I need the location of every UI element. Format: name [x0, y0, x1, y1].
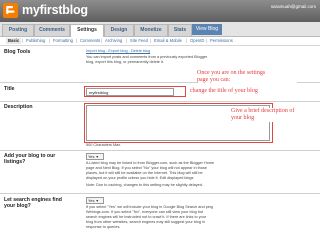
- annotation-settings-page: Once you are on the settings page you ca…: [197, 70, 297, 84]
- search-engines-select[interactable]: Yes▼: [86, 197, 104, 204]
- subtab-separator: |: [22, 38, 24, 43]
- description-char-limit: 500 Characters Max.: [86, 143, 122, 147]
- subtab-basic[interactable]: Basic: [6, 38, 22, 44]
- add-blog-select-value: Yes: [88, 154, 95, 159]
- add-blog-description-line: displayed on your profile unless you hid…: [86, 176, 194, 180]
- search-engines-label-line2: your blog?: [4, 203, 31, 209]
- chevron-down-icon: ▼: [95, 155, 99, 159]
- subtab-permissions[interactable]: Permissions: [210, 38, 233, 44]
- blogger-logo-icon[interactable]: [3, 3, 18, 18]
- title-label: Title: [4, 86, 15, 92]
- subtab-formatting[interactable]: Formatting: [53, 38, 73, 44]
- subtab-separator: |: [49, 38, 51, 43]
- tab-monetize[interactable]: Monetize: [134, 24, 168, 36]
- annotation-line: your blog: [231, 115, 255, 121]
- subtab-archiving[interactable]: Archiving: [105, 38, 122, 44]
- tab-posting[interactable]: Posting: [2, 24, 34, 36]
- blog-tools-label: Blog Tools: [4, 49, 31, 55]
- tab-view-blog[interactable]: View Blog: [192, 24, 222, 35]
- subtab-separator: |: [126, 38, 128, 43]
- add-blog-label-line2: listings?: [4, 159, 26, 165]
- subtab-openid[interactable]: OpenID: [190, 38, 204, 44]
- subtab-publishing[interactable]: Publishing: [26, 38, 45, 44]
- divider: [0, 193, 320, 194]
- user-email: saramuah@gmail.com: [270, 4, 316, 9]
- search-engines-description-line: response to queries.: [86, 225, 121, 229]
- annotation-line: page you can:: [197, 77, 231, 83]
- tab-settings[interactable]: Settings: [70, 24, 104, 37]
- divider: [0, 101, 320, 102]
- blog-tools-links[interactable]: Import blog - Export blog - Delete blog: [86, 49, 150, 54]
- add-blog-note: Note: Due to caching, changes to this se…: [86, 183, 203, 187]
- tab-stats[interactable]: Stats: [168, 24, 192, 36]
- search-engines-select-value: Yes: [88, 198, 95, 203]
- subtab-separator: |: [150, 38, 152, 43]
- subtab-email-mobile[interactable]: Email & Mobile: [154, 38, 182, 44]
- settings-subtabs: Basic | Publishing | Formatting | Commen…: [0, 37, 320, 46]
- blog-tools-description-line2: blog, export this blog, or permanently d…: [86, 60, 164, 64]
- title-highlight-box: [84, 86, 186, 97]
- annotation-line: Give a brief description of: [231, 108, 295, 114]
- subtab-separator: |: [101, 38, 103, 43]
- app-header: myfirstblog saramuah@gmail.com: [0, 0, 320, 22]
- tab-comments[interactable]: Comments: [34, 24, 70, 36]
- chevron-down-icon: ▼: [95, 199, 99, 203]
- subtab-separator: |: [186, 38, 188, 43]
- main-tabs: Posting Comments Settings Design Monetiz…: [0, 22, 320, 37]
- subtab-site-feed[interactable]: Site Feed: [130, 38, 148, 44]
- add-blog-select[interactable]: Yes▼: [86, 153, 104, 160]
- subtab-comments[interactable]: Comments: [80, 38, 100, 44]
- subtab-separator: |: [206, 38, 208, 43]
- divider: [0, 150, 320, 151]
- tab-design[interactable]: Design: [104, 24, 134, 36]
- annotation-line: Once you are on the settings: [197, 70, 266, 76]
- annotation-description: Give a brief description of your blog: [231, 108, 317, 122]
- annotation-change-title: change the title of your blog: [190, 88, 302, 95]
- blog-title[interactable]: myfirstblog: [22, 3, 88, 17]
- subtab-separator: |: [76, 38, 78, 43]
- description-label: Description: [4, 104, 33, 110]
